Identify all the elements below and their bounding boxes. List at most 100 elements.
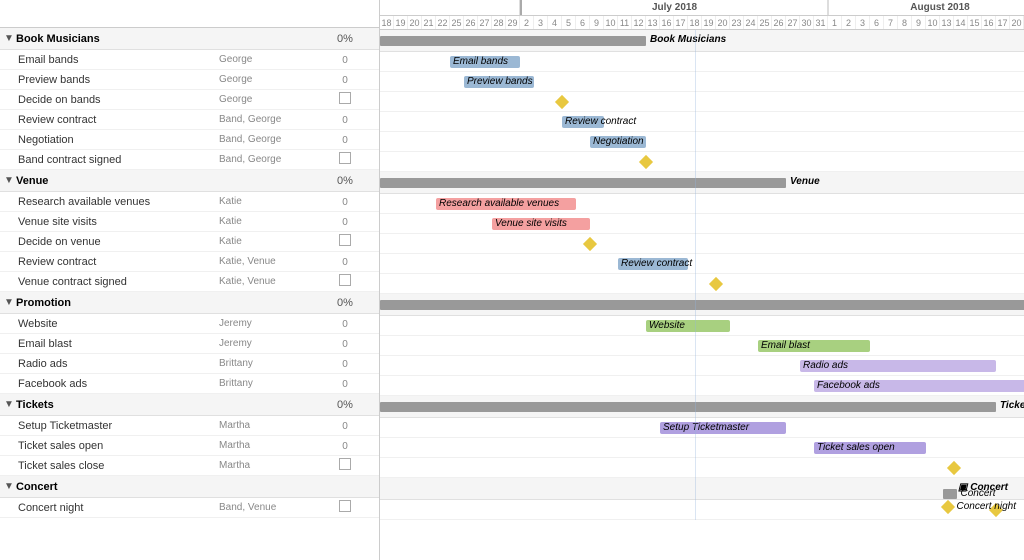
task-num-0-4: 0 bbox=[342, 135, 348, 146]
task-name-1-2: Decide on venue bbox=[18, 236, 215, 248]
task-checkbox-1-4[interactable] bbox=[339, 274, 351, 286]
task-row-0-0: Email bands George 0 bbox=[0, 50, 379, 70]
day-label: 8 bbox=[898, 16, 912, 29]
task-people-4-0: Band, Venue bbox=[215, 502, 315, 513]
task-row-3-0: Setup Ticketmaster Martha 0 bbox=[0, 416, 379, 436]
day-label: 3 bbox=[856, 16, 870, 29]
day-label: 12 bbox=[632, 16, 646, 29]
gantt-diamond bbox=[639, 154, 653, 168]
gantt-row-6 bbox=[380, 152, 1024, 172]
task-row-2-3: Facebook ads Brittany 0 bbox=[0, 374, 379, 394]
group-pct-2: 0% bbox=[315, 297, 375, 309]
day-label: 6 bbox=[576, 16, 590, 29]
day-label: 29 bbox=[506, 16, 520, 29]
gantt-row-15: Email blast bbox=[380, 336, 1024, 356]
task-people-1-2: Katie bbox=[215, 236, 315, 247]
task-name-2-2: Radio ads bbox=[18, 358, 215, 370]
task-checkbox-1-2[interactable] bbox=[339, 234, 351, 246]
day-label: 18 bbox=[380, 16, 394, 29]
task-gantt-bar: Email blast bbox=[758, 340, 870, 352]
day-label: 9 bbox=[912, 16, 926, 29]
task-name-1-0: Research available venues bbox=[18, 196, 215, 208]
bar-label: Review contract bbox=[618, 258, 695, 269]
task-gantt-bar: Venue site visits bbox=[492, 218, 590, 230]
day-label: 21 bbox=[422, 16, 436, 29]
group-name-1: Venue bbox=[16, 175, 116, 187]
gantt-panel[interactable]: July 2018August 2018 1819202122252627282… bbox=[380, 0, 1024, 560]
gantt-row-20: Ticket sales open bbox=[380, 438, 1024, 458]
task-name-1-1: Venue site visits bbox=[18, 216, 215, 228]
task-gantt-bar: Review contract bbox=[618, 258, 688, 270]
gantt-row-7: Venue bbox=[380, 172, 1024, 194]
gantt-row-0: Book Musicians bbox=[380, 30, 1024, 52]
bar-label: Email bands bbox=[450, 56, 511, 67]
task-checkbox-0-2[interactable] bbox=[339, 92, 351, 104]
task-people-2-1: Jeremy bbox=[215, 338, 315, 349]
task-people-2-3: Brittany bbox=[215, 378, 315, 389]
gantt-row-17: Facebook ads bbox=[380, 376, 1024, 396]
group-row-1[interactable]: ▼ Venue 0% bbox=[0, 170, 379, 192]
task-row-0-5: Band contract signed Band, George bbox=[0, 150, 379, 170]
day-label: 17 bbox=[996, 16, 1010, 29]
group-arrow-1: ▼ bbox=[4, 175, 16, 186]
task-name-0-5: Band contract signed bbox=[18, 154, 215, 166]
gantt-diamond bbox=[583, 236, 597, 250]
task-num-3-1: 0 bbox=[342, 441, 348, 452]
task-people-3-0: Martha bbox=[215, 420, 315, 431]
task-name-3-0: Setup Ticketmaster bbox=[18, 420, 215, 432]
gantt-days: 1819202122252627282923456910111213161718… bbox=[380, 16, 1024, 30]
group-name-0: Book Musicians bbox=[16, 33, 116, 45]
day-label: 15 bbox=[968, 16, 982, 29]
day-label: 19 bbox=[702, 16, 716, 29]
day-label: 9 bbox=[590, 16, 604, 29]
gantt-row-4: Review contract bbox=[380, 112, 1024, 132]
group-row-4[interactable]: ▼ Concert bbox=[0, 476, 379, 498]
task-people-3-1: Martha bbox=[215, 440, 315, 451]
task-row-0-1: Preview bands George 0 bbox=[0, 70, 379, 90]
group-row-3[interactable]: ▼ Tickets 0% bbox=[0, 394, 379, 416]
group-gantt-bar bbox=[380, 36, 646, 46]
bar-label: Radio ads bbox=[800, 360, 851, 371]
task-row-0-2: Decide on bands George bbox=[0, 90, 379, 110]
day-label: 25 bbox=[758, 16, 772, 29]
bar-label: Preview bands bbox=[464, 76, 536, 87]
group-arrow-3: ▼ bbox=[4, 399, 16, 410]
day-label: 16 bbox=[982, 16, 996, 29]
task-people-0-0: George bbox=[215, 54, 315, 65]
task-checkbox-4-0[interactable] bbox=[339, 500, 351, 512]
group-row-2[interactable]: ▼ Promotion 0% bbox=[0, 292, 379, 314]
task-people-0-5: Band, George bbox=[215, 154, 315, 165]
task-people-2-0: Jeremy bbox=[215, 318, 315, 329]
task-row-2-0: Website Jeremy 0 bbox=[0, 314, 379, 334]
task-checkbox-3-2[interactable] bbox=[339, 458, 351, 470]
group-row-0[interactable]: ▼ Book Musicians 0% bbox=[0, 28, 379, 50]
task-row-1-1: Venue site visits Katie 0 bbox=[0, 212, 379, 232]
task-num-2-3: 0 bbox=[342, 379, 348, 390]
day-label: 26 bbox=[464, 16, 478, 29]
day-label: 25 bbox=[450, 16, 464, 29]
task-row-4-0: Concert night Band, Venue bbox=[0, 498, 379, 518]
gantt-months: July 2018August 2018 bbox=[380, 0, 1024, 16]
bar-label: Negotiation bbox=[590, 136, 647, 147]
group-gantt-bar bbox=[380, 300, 1024, 310]
gantt-row-22: ▣ Concert bbox=[380, 478, 1024, 500]
gantt-row-8: Research available venues bbox=[380, 194, 1024, 214]
task-people-2-2: Brittany bbox=[215, 358, 315, 369]
task-checkbox-0-5[interactable] bbox=[339, 152, 351, 164]
task-name-0-3: Review contract bbox=[18, 114, 215, 126]
day-label: 23 bbox=[730, 16, 744, 29]
day-label: 17 bbox=[674, 16, 688, 29]
task-num-0-1: 0 bbox=[342, 75, 348, 86]
bar-label: Email blast bbox=[758, 340, 813, 351]
gantt-row-11: Review contract bbox=[380, 254, 1024, 274]
group-pct-0: 0% bbox=[315, 33, 375, 45]
gantt-header: July 2018August 2018 1819202122252627282… bbox=[380, 0, 1024, 30]
task-num-0-0: 0 bbox=[342, 55, 348, 66]
day-label: 2 bbox=[842, 16, 856, 29]
task-people-1-3: Katie, Venue bbox=[215, 256, 315, 267]
task-name-1-4: Venue contract signed bbox=[18, 276, 215, 288]
gantt-body: Book Musicians Email bands Preview bands Re… bbox=[380, 30, 1024, 520]
gantt-row-18: Tickets bbox=[380, 396, 1024, 418]
day-label: 6 bbox=[870, 16, 884, 29]
day-label: 13 bbox=[940, 16, 954, 29]
